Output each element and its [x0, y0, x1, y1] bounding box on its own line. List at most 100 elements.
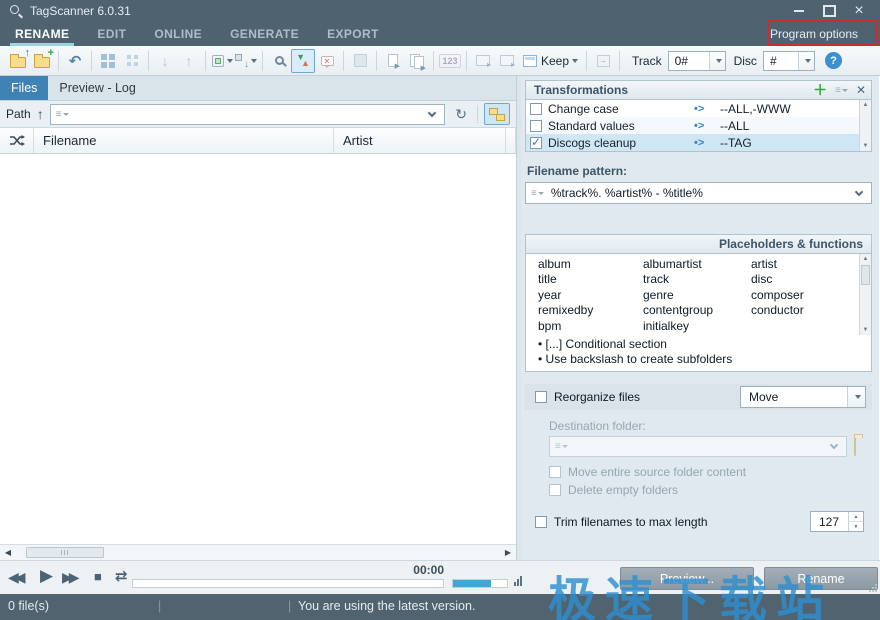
transformations-scrollbar[interactable]: ▲ ▼ [859, 100, 871, 151]
transformations-menu-icon[interactable]: ≡ [835, 85, 848, 96]
checkbox[interactable] [530, 103, 542, 115]
transformation-row[interactable]: Standard values •> --ALL [526, 117, 859, 134]
tab-preview-log[interactable]: Preview - Log [48, 76, 146, 100]
indent-button[interactable]: → [591, 49, 615, 73]
play-file-button[interactable] [381, 49, 405, 73]
resize-grip[interactable] [868, 583, 877, 592]
destination-folder-combo[interactable]: ≡ [549, 436, 847, 457]
refresh-button[interactable]: ↻ [451, 106, 471, 123]
checkbox[interactable] [530, 137, 542, 149]
program-options-button[interactable]: Program options [760, 22, 868, 46]
disc-dropdown-button[interactable] [798, 52, 814, 70]
scroll-right-arrow[interactable]: ▶ [500, 545, 516, 560]
maximize-button[interactable] [822, 4, 836, 18]
scroll-down-arrow[interactable]: ▼ [860, 141, 871, 151]
move-source-checkbox[interactable] [549, 466, 561, 478]
move-up-button[interactable]: ↑ [177, 49, 201, 73]
placeholder-item[interactable]: genre [643, 288, 751, 303]
menu-rename[interactable]: RENAME [12, 22, 72, 46]
chevron-down-icon[interactable] [428, 108, 436, 116]
chevron-down-icon[interactable] [855, 187, 863, 195]
search-button[interactable] [267, 49, 291, 73]
shuffle-column-header[interactable] [0, 128, 34, 153]
list-menu-icon[interactable]: ≡ [526, 188, 544, 199]
menu-export[interactable]: EXPORT [324, 22, 382, 46]
small-grid-view-button[interactable] [120, 49, 144, 73]
add-transformation-icon[interactable]: ＋ [813, 84, 827, 96]
select-files-button[interactable] [210, 49, 234, 73]
placeholder-item[interactable]: album [538, 257, 643, 272]
filename-pattern-combo[interactable]: ≡ %track%. %artist% - %title% [525, 182, 872, 204]
scrollbar-thumb[interactable] [861, 265, 870, 285]
placeholder-item[interactable]: albumartist [643, 257, 751, 272]
rename-button[interactable]: Rename [764, 567, 878, 590]
keep-dropdown[interactable]: Keep [519, 49, 582, 73]
close-panel-icon[interactable]: ✕ [856, 83, 866, 97]
save-button[interactable] [348, 49, 372, 73]
remove-tags-button[interactable]: ✕ [315, 49, 339, 73]
delete-empty-checkbox[interactable] [549, 484, 561, 496]
column-header-filename[interactable]: Filename [34, 128, 334, 153]
folder-up-button[interactable]: ↑ [37, 106, 44, 122]
volume-slider[interactable] [452, 579, 508, 588]
placeholder-item[interactable]: remixedby [538, 303, 643, 318]
horizontal-scrollbar[interactable]: ◀ ▶ [0, 544, 516, 560]
menu-edit[interactable]: EDIT [94, 22, 129, 46]
undo-button[interactable]: ↶ [63, 49, 87, 73]
track-combo[interactable]: 0# [668, 51, 726, 71]
repeat-button[interactable]: ⇄ [115, 567, 128, 585]
close-button[interactable]: × [852, 4, 866, 18]
placeholder-item[interactable]: contentgroup [643, 303, 751, 318]
transformation-row[interactable]: Change case •> --ALL,-WWW [526, 100, 859, 117]
placeholder-item[interactable]: title [538, 272, 643, 287]
menu-generate[interactable]: GENERATE [227, 22, 302, 46]
folder-tree-toggle-button[interactable] [484, 103, 510, 125]
renumber-button[interactable]: 123 [438, 49, 462, 73]
playback-progress-bar[interactable] [132, 579, 444, 588]
trim-length-spinner[interactable]: 127 ▲ ▼ [810, 511, 864, 532]
add-folder-button[interactable]: + [30, 49, 54, 73]
scroll-down-arrow[interactable]: ▼ [860, 325, 871, 335]
preview-button[interactable]: Preview... [620, 567, 754, 590]
scroll-up-arrow[interactable]: ▲ [860, 254, 871, 264]
sort-files-button[interactable] [234, 49, 258, 73]
transform-tags-button[interactable]: ▼▲ [291, 49, 315, 73]
spinner-down-arrow[interactable]: ▼ [849, 522, 863, 531]
transformation-row-selected[interactable]: Discogs cleanup •> --TAG [526, 134, 859, 151]
placeholder-item[interactable]: track [643, 272, 751, 287]
large-grid-view-button[interactable] [96, 49, 120, 73]
spinner-up-arrow[interactable]: ▲ [849, 512, 863, 522]
tab-files[interactable]: Files [0, 76, 48, 100]
reorganize-checkbox[interactable] [535, 391, 547, 403]
play-all-button[interactable] [405, 49, 429, 73]
trim-checkbox[interactable] [535, 516, 547, 528]
menu-online[interactable]: ONLINE [151, 22, 205, 46]
open-folder-button[interactable]: ↑ [6, 49, 30, 73]
move-down-button[interactable]: ↓ [153, 49, 177, 73]
file-list[interactable] [0, 154, 516, 544]
export-cover-button[interactable] [495, 49, 519, 73]
list-menu-icon[interactable]: ≡ [51, 109, 69, 120]
reorganize-mode-dropdown[interactable] [847, 387, 865, 407]
reorganize-mode-combo[interactable]: Move [740, 386, 866, 408]
placeholder-item[interactable]: composer [751, 288, 857, 303]
disc-combo[interactable]: # [763, 51, 815, 71]
checkbox[interactable] [530, 120, 542, 132]
placeholder-item[interactable]: conductor [751, 303, 857, 318]
placeholder-item[interactable]: year [538, 288, 643, 303]
help-button[interactable]: ? [825, 52, 842, 69]
placeholder-item[interactable]: disc [751, 272, 857, 287]
track-dropdown-button[interactable] [709, 52, 725, 70]
placeholder-item[interactable]: bpm [538, 319, 643, 334]
next-track-button[interactable]: ▶▶ [62, 569, 76, 586]
path-input[interactable]: ≡ [50, 104, 446, 125]
placeholder-item[interactable]: artist [751, 257, 857, 272]
browse-folder-button[interactable] [854, 438, 856, 456]
import-cover-button[interactable] [471, 49, 495, 73]
previous-track-button[interactable]: ◀◀ [8, 569, 22, 586]
minimize-button[interactable] [792, 4, 806, 18]
column-header-title[interactable]: T [506, 128, 516, 153]
placeholders-scrollbar[interactable]: ▲ ▼ [859, 254, 871, 335]
scrollbar-thumb[interactable] [26, 547, 104, 558]
column-header-artist[interactable]: Artist [334, 128, 506, 153]
